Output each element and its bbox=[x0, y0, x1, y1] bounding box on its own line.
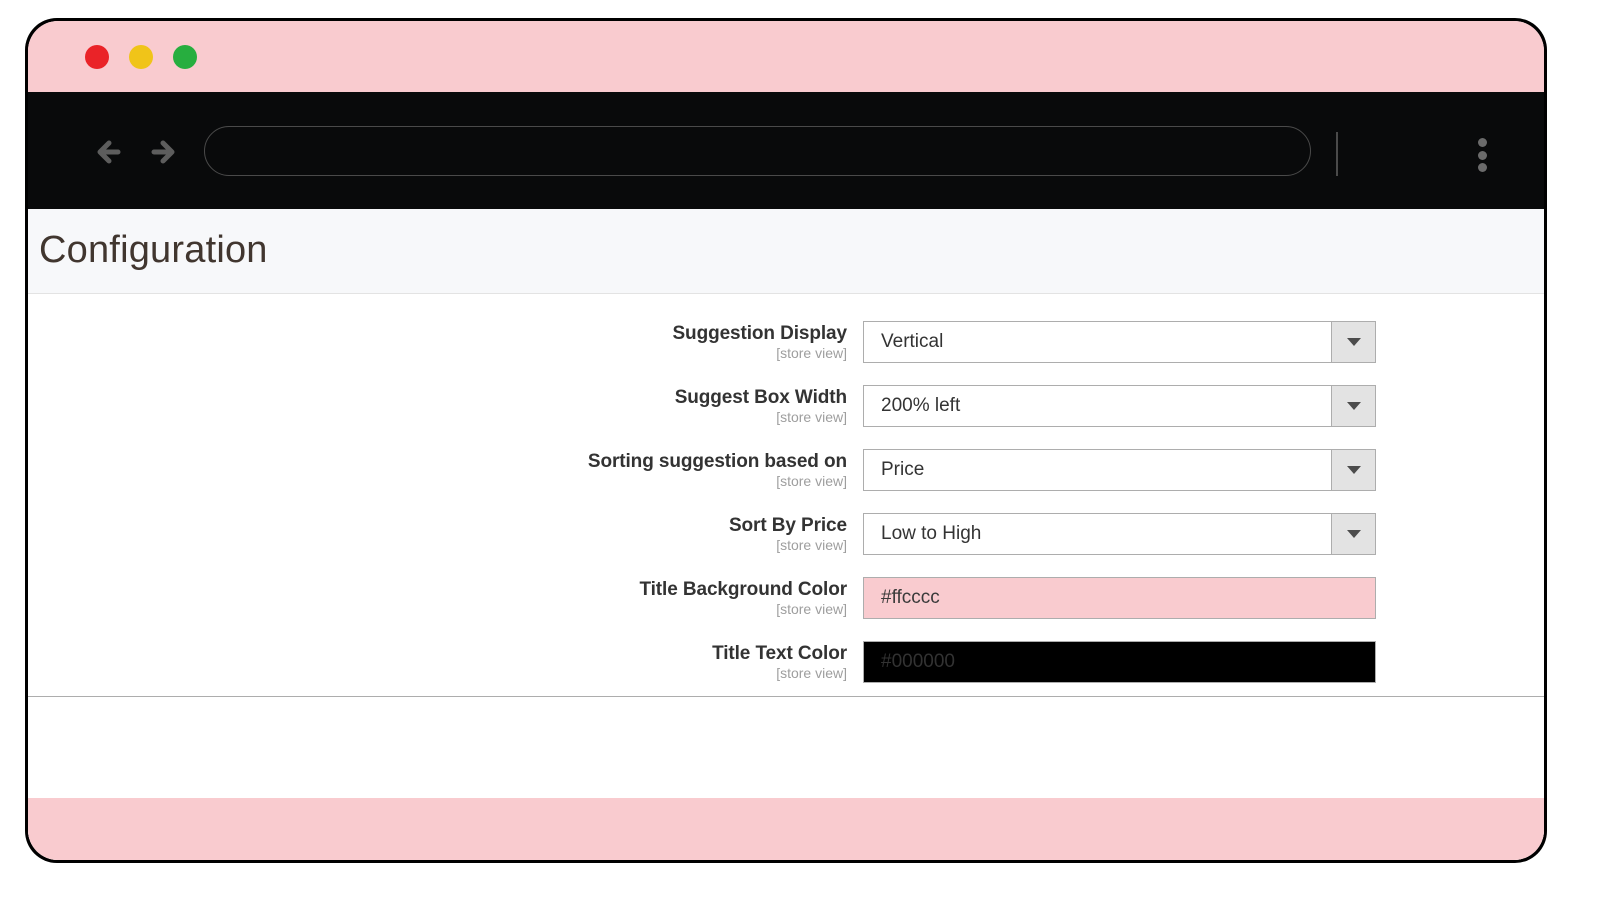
field-label-sort-by-price: Sort By Price [store view] bbox=[28, 513, 863, 553]
caret-shape bbox=[1346, 466, 1361, 474]
field-label-text: Sort By Price bbox=[728, 515, 847, 536]
kebab-dot-top bbox=[1477, 138, 1487, 147]
field-scope-text: [store view] bbox=[776, 472, 847, 489]
input-title-text-color[interactable]: #000000 bbox=[863, 641, 1376, 683]
field-row-sorting-suggestion: Sorting suggestion based on [store view]… bbox=[28, 449, 1544, 491]
field-control-suggestion-display: Vertical bbox=[863, 321, 1376, 363]
field-row-suggest-box-width: Suggest Box Width [store view] 200% left bbox=[28, 385, 1544, 427]
caret-shape bbox=[1346, 338, 1361, 346]
browser-toolbar bbox=[28, 92, 1544, 209]
back-arrow-icon[interactable] bbox=[88, 130, 132, 174]
configuration-form: Suggestion Display [store view] Vertical bbox=[28, 294, 1544, 697]
select-value: Vertical bbox=[881, 331, 944, 352]
caret-shape bbox=[1346, 530, 1361, 538]
field-scope-text: [store view] bbox=[776, 344, 847, 361]
browser-window-inner: Configuration Suggestion Display [store … bbox=[28, 21, 1544, 860]
select-suggestion-display[interactable]: Vertical bbox=[863, 321, 1376, 363]
chevron-down-icon[interactable] bbox=[1331, 386, 1375, 426]
field-label-suggest-box-width: Suggest Box Width [store view] bbox=[28, 385, 863, 425]
field-row-sort-by-price: Sort By Price [store view] Low to High bbox=[28, 513, 1544, 555]
field-label-text: Suggest Box Width bbox=[674, 387, 847, 408]
input-title-background-color[interactable]: #ffcccc bbox=[863, 577, 1376, 619]
window-controls bbox=[85, 45, 197, 69]
minimize-window-button[interactable] bbox=[129, 45, 153, 69]
select-value: Low to High bbox=[881, 523, 982, 544]
field-control-sort-by-price: Low to High bbox=[863, 513, 1376, 555]
browser-titlebar bbox=[28, 21, 1544, 92]
toolbar-divider bbox=[1336, 132, 1338, 176]
field-control-suggest-box-width: 200% left bbox=[863, 385, 1376, 427]
field-scope-text: [store view] bbox=[776, 664, 847, 681]
field-row-title-text-color: Title Text Color [store view] #000000 bbox=[28, 641, 1544, 683]
chevron-down-icon[interactable] bbox=[1331, 322, 1375, 362]
field-row-title-background-color: Title Background Color [store view] #ffc… bbox=[28, 577, 1544, 619]
field-control-title-background-color: #ffcccc bbox=[863, 577, 1376, 619]
field-label-suggestion-display: Suggestion Display [store view] bbox=[28, 321, 863, 361]
field-label-text: Title Text Color bbox=[712, 643, 847, 664]
caret-shape bbox=[1346, 402, 1361, 410]
close-window-button[interactable] bbox=[85, 45, 109, 69]
field-label-title-text-color: Title Text Color [store view] bbox=[28, 641, 863, 681]
page-title: Configuration bbox=[39, 229, 268, 271]
maximize-window-button[interactable] bbox=[173, 45, 197, 69]
kebab-dot-middle bbox=[1477, 150, 1487, 160]
field-scope-text: [store view] bbox=[776, 408, 847, 425]
chevron-down-icon[interactable] bbox=[1331, 450, 1375, 490]
field-scope-text: [store view] bbox=[776, 536, 847, 553]
field-control-title-text-color: #000000 bbox=[863, 641, 1376, 683]
select-suggest-box-width[interactable]: 200% left bbox=[863, 385, 1376, 427]
page-content: Configuration Suggestion Display [store … bbox=[28, 209, 1544, 860]
field-label-text: Suggestion Display bbox=[672, 323, 847, 344]
kebab-dot-bottom bbox=[1477, 163, 1487, 172]
select-sorting-suggestion[interactable]: Price bbox=[863, 449, 1376, 491]
field-row-suggestion-display: Suggestion Display [store view] Vertical bbox=[28, 321, 1544, 363]
navigation-controls bbox=[88, 130, 184, 174]
select-sort-by-price[interactable]: Low to High bbox=[863, 513, 1376, 555]
field-label-title-background-color: Title Background Color [store view] bbox=[28, 577, 863, 617]
browser-window: Configuration Suggestion Display [store … bbox=[25, 18, 1547, 863]
field-scope-text: [store view] bbox=[776, 600, 847, 617]
chevron-down-icon[interactable] bbox=[1331, 514, 1375, 554]
field-label-text: Sorting suggestion based on bbox=[587, 451, 847, 472]
browser-footer-strip bbox=[28, 798, 1544, 860]
page-header: Configuration bbox=[28, 209, 1544, 294]
field-label-sorting-suggestion: Sorting suggestion based on [store view] bbox=[28, 449, 863, 489]
forward-arrow-icon[interactable] bbox=[140, 130, 184, 174]
field-label-text: Title Background Color bbox=[639, 579, 847, 600]
kebab-menu-icon[interactable] bbox=[1464, 136, 1500, 174]
field-control-sorting-suggestion: Price bbox=[863, 449, 1376, 491]
url-input[interactable] bbox=[204, 126, 1311, 176]
select-value: Price bbox=[881, 459, 925, 480]
select-value: 200% left bbox=[881, 395, 961, 416]
